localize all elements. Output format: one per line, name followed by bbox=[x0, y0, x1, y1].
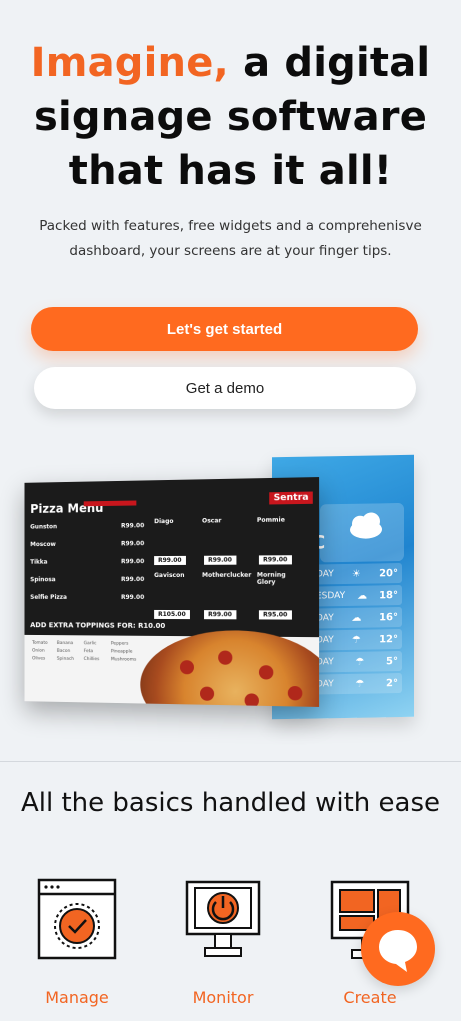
topping: Garlic bbox=[83, 641, 97, 647]
topping: Olives bbox=[32, 656, 46, 662]
sun-icon: ☀ bbox=[351, 568, 361, 580]
feature-label-create: Create bbox=[343, 988, 397, 1007]
topping: Tomato bbox=[32, 640, 48, 646]
menu-item: Spinosa R99.00 bbox=[30, 576, 145, 584]
menu-price-tag: R99.00 bbox=[204, 555, 237, 565]
menu-grid-item: Morning Glory bbox=[256, 571, 286, 586]
menu-brand: Sentra bbox=[269, 491, 313, 505]
menu-price-tag: R105.00 bbox=[154, 609, 190, 620]
weather-row: DAY ☂ 12° bbox=[312, 628, 402, 651]
manage-icon bbox=[37, 878, 117, 960]
menu-grid-item: Motherclucker bbox=[202, 571, 252, 579]
rain-icon: ☂ bbox=[355, 656, 365, 668]
monitor-icon bbox=[185, 880, 261, 957]
rain-icon: ☂ bbox=[351, 634, 361, 646]
weather-row: DAY ☂ 2° bbox=[312, 672, 402, 695]
menu-grid-item: Diago bbox=[154, 517, 174, 526]
hero-subtitle: Packed with features, free widgets and a… bbox=[39, 218, 422, 259]
cloud-icon: ☁ bbox=[357, 590, 368, 602]
rain-icon: ☂ bbox=[355, 678, 365, 690]
menu-price-tag: R99.00 bbox=[204, 610, 237, 620]
menu-item: Gunston R99.00 bbox=[30, 522, 145, 531]
topping: Onion bbox=[32, 648, 45, 654]
topping: Banana bbox=[56, 641, 74, 647]
feature-label-manage: Manage bbox=[45, 988, 109, 1007]
menu-price-tag: R95.00 bbox=[258, 610, 292, 620]
hero-title: Imagine, a digital signage software that… bbox=[10, 36, 451, 198]
cloud-icon: ☁ bbox=[351, 612, 362, 624]
cloud-icon bbox=[350, 512, 382, 539]
section-divider bbox=[0, 761, 461, 762]
menu-item: Selfie Pizza R99.00 bbox=[30, 593, 145, 601]
topping: Spinach bbox=[56, 656, 75, 662]
weather-row: ESDAY ☁ 18° bbox=[312, 584, 402, 607]
menu-price-tag: R99.00 bbox=[258, 555, 292, 565]
chat-icon bbox=[379, 930, 417, 972]
topping: Peppers bbox=[110, 641, 129, 647]
landing-page: Imagine, a digital signage software that… bbox=[0, 0, 461, 1021]
menu-grid-item: Gaviscon bbox=[154, 571, 185, 580]
menu-extra-toppings: ADD EXTRA TOPPINGS FOR: R10.00 bbox=[30, 621, 166, 630]
topping: Bacon bbox=[56, 648, 71, 654]
get-started-button[interactable]: Let's get started bbox=[31, 307, 418, 351]
menu-grid-item: Pommie bbox=[256, 516, 285, 524]
weather-row: DAY ☂ 5° bbox=[312, 650, 402, 673]
pizza-menu-screen: Pizza Menu Sentra Gunston R99.00 Moscow R9… bbox=[24, 477, 320, 707]
hero-title-accent: Imagine, bbox=[30, 40, 229, 86]
menu-title-bar bbox=[83, 500, 137, 507]
menu-item: Tikka R99.00 bbox=[30, 558, 145, 566]
feature-label-monitor: Monitor bbox=[192, 988, 254, 1007]
menu-price-tag: R99.00 bbox=[154, 555, 186, 566]
topping: Mushrooms bbox=[110, 657, 137, 663]
chat-widget-button[interactable] bbox=[361, 912, 435, 986]
topping: Pineapple bbox=[110, 649, 133, 655]
basics-title: All the basics handled with ease bbox=[20, 788, 441, 818]
get-demo-button[interactable]: Get a demo bbox=[34, 367, 416, 409]
menu-item: Moscow R99.00 bbox=[30, 540, 145, 549]
menu-grid-item: Oscar bbox=[202, 517, 222, 525]
weather-row: DAY ☁ 16° bbox=[312, 606, 402, 629]
hero-illustration: C DAY☀20° ESDAY☁18° DAY☁16° DAY☂12° DAY☂… bbox=[0, 450, 461, 730]
topping: Chillies bbox=[83, 657, 100, 663]
topping: Feta bbox=[83, 649, 94, 655]
weather-row: DAY ☀ 20° bbox=[312, 562, 402, 585]
